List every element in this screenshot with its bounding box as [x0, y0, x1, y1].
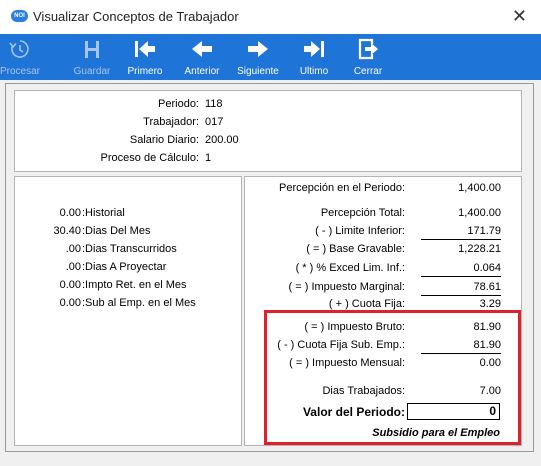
previous-arrow-icon — [192, 41, 212, 57]
separator-line — [421, 239, 501, 240]
sub-al-emp-mes-value: 0.00 — [59, 297, 81, 309]
ultimo-label: Ultimo — [299, 66, 329, 77]
primero-button[interactable]: Primero — [125, 34, 165, 80]
base-gravable-value: 1,228.21 — [458, 243, 501, 255]
trabajador-label: Trabajador: — [143, 116, 199, 128]
historial-label: :Historial — [82, 207, 125, 219]
salario-diario-value: 200.00 — [205, 134, 239, 146]
sub-al-emp-mes-label: :Sub al Emp. en el Mes — [82, 297, 196, 309]
siguiente-button[interactable]: Siguiente — [234, 34, 282, 80]
guardar-button[interactable]: Guardar — [72, 34, 112, 80]
proceso-calculo-label: Proceso de Cálculo: — [100, 152, 199, 164]
dias-transcurridos-value: .00 — [65, 243, 81, 255]
cerrar-button[interactable]: Cerrar — [348, 34, 388, 80]
dias-a-proyectar-value: .00 — [65, 261, 81, 273]
ultimo-button[interactable]: Ultimo — [294, 34, 334, 80]
title-bar: NOI Visualizar Conceptos de Trabajador ✕ — [0, 0, 541, 34]
periodo-label: Periodo: — [158, 98, 199, 110]
close-icon[interactable]: ✕ — [512, 6, 527, 27]
trabajador-value: 017 — [205, 116, 224, 128]
toolbar: Procesar Guardar Primero Anterior Siguie… — [0, 34, 541, 80]
periodo-value: 118 — [205, 98, 223, 110]
exced-lim-inf-label: ( * ) % Exced Lim. Inf.: — [295, 262, 405, 274]
historial-value: 0.00 — [59, 207, 81, 219]
process-icon — [9, 40, 29, 58]
guardar-label: Guardar — [73, 66, 111, 77]
impuesto-marginal-label: ( = ) Impuesto Marginal: — [288, 281, 405, 293]
base-gravable-label: ( = ) Base Gravable: — [306, 243, 405, 255]
procesar-label: Procesar — [0, 66, 41, 77]
next-arrow-icon — [248, 41, 268, 57]
cuota-fija-label: ( + ) Cuota Fija: — [328, 298, 405, 310]
siguiente-label: Siguiente — [237, 66, 279, 77]
dias-transcurridos-label: :Dias Transcurridos — [82, 243, 177, 255]
dias-a-proyectar-label: :Dias A Proyectar — [82, 261, 167, 273]
percepcion-total-value: 1,400.00 — [458, 207, 501, 219]
proceso-calculo-value: 1 — [205, 152, 212, 164]
window-title: Visualizar Conceptos de Trabajador — [33, 9, 239, 24]
last-record-icon — [304, 41, 324, 57]
first-record-icon — [135, 41, 155, 57]
limite-inferior-label: ( - ) Limite Inferior: — [315, 225, 405, 237]
cerrar-label: Cerrar — [353, 66, 383, 77]
anterior-button[interactable]: Anterior — [180, 34, 224, 80]
exced-lim-inf-value: 0.064 — [473, 262, 501, 274]
nomina-logo-icon: NOI — [11, 10, 28, 22]
left-panel: 0.00 :Historial 30.40 :Dias Del Mes .00 … — [14, 176, 242, 446]
impuesto-marginal-value: 78.61 — [473, 281, 501, 293]
salario-diario-label: Salario Diario: — [129, 134, 199, 146]
save-icon — [85, 41, 99, 58]
anterior-label: Anterior — [184, 66, 220, 77]
separator-line — [421, 295, 501, 296]
limite-inferior-value: 171.79 — [467, 225, 501, 237]
separator-line — [421, 276, 501, 277]
percepcion-total-label: Percepción Total: — [320, 207, 405, 219]
dias-del-mes-value: 30.40 — [53, 225, 81, 237]
percepcion-periodo-label: Percepción en el Periodo: — [279, 182, 405, 194]
procesar-button[interactable]: Procesar — [0, 34, 40, 80]
impto-ret-mes-value: 0.00 — [59, 279, 81, 291]
dias-del-mes-label: :Dias Del Mes — [82, 225, 151, 237]
highlight-box — [264, 310, 521, 445]
primero-label: Primero — [127, 66, 163, 77]
cuota-fija-value: 3.29 — [479, 298, 501, 310]
close-door-icon — [358, 38, 378, 60]
percepcion-periodo-value: 1,400.00 — [458, 182, 501, 194]
impto-ret-mes-label: :Impto Ret. en el Mes — [82, 279, 187, 291]
header-panel: Periodo: 118 Trabajador: 017 Salario Dia… — [14, 90, 522, 172]
